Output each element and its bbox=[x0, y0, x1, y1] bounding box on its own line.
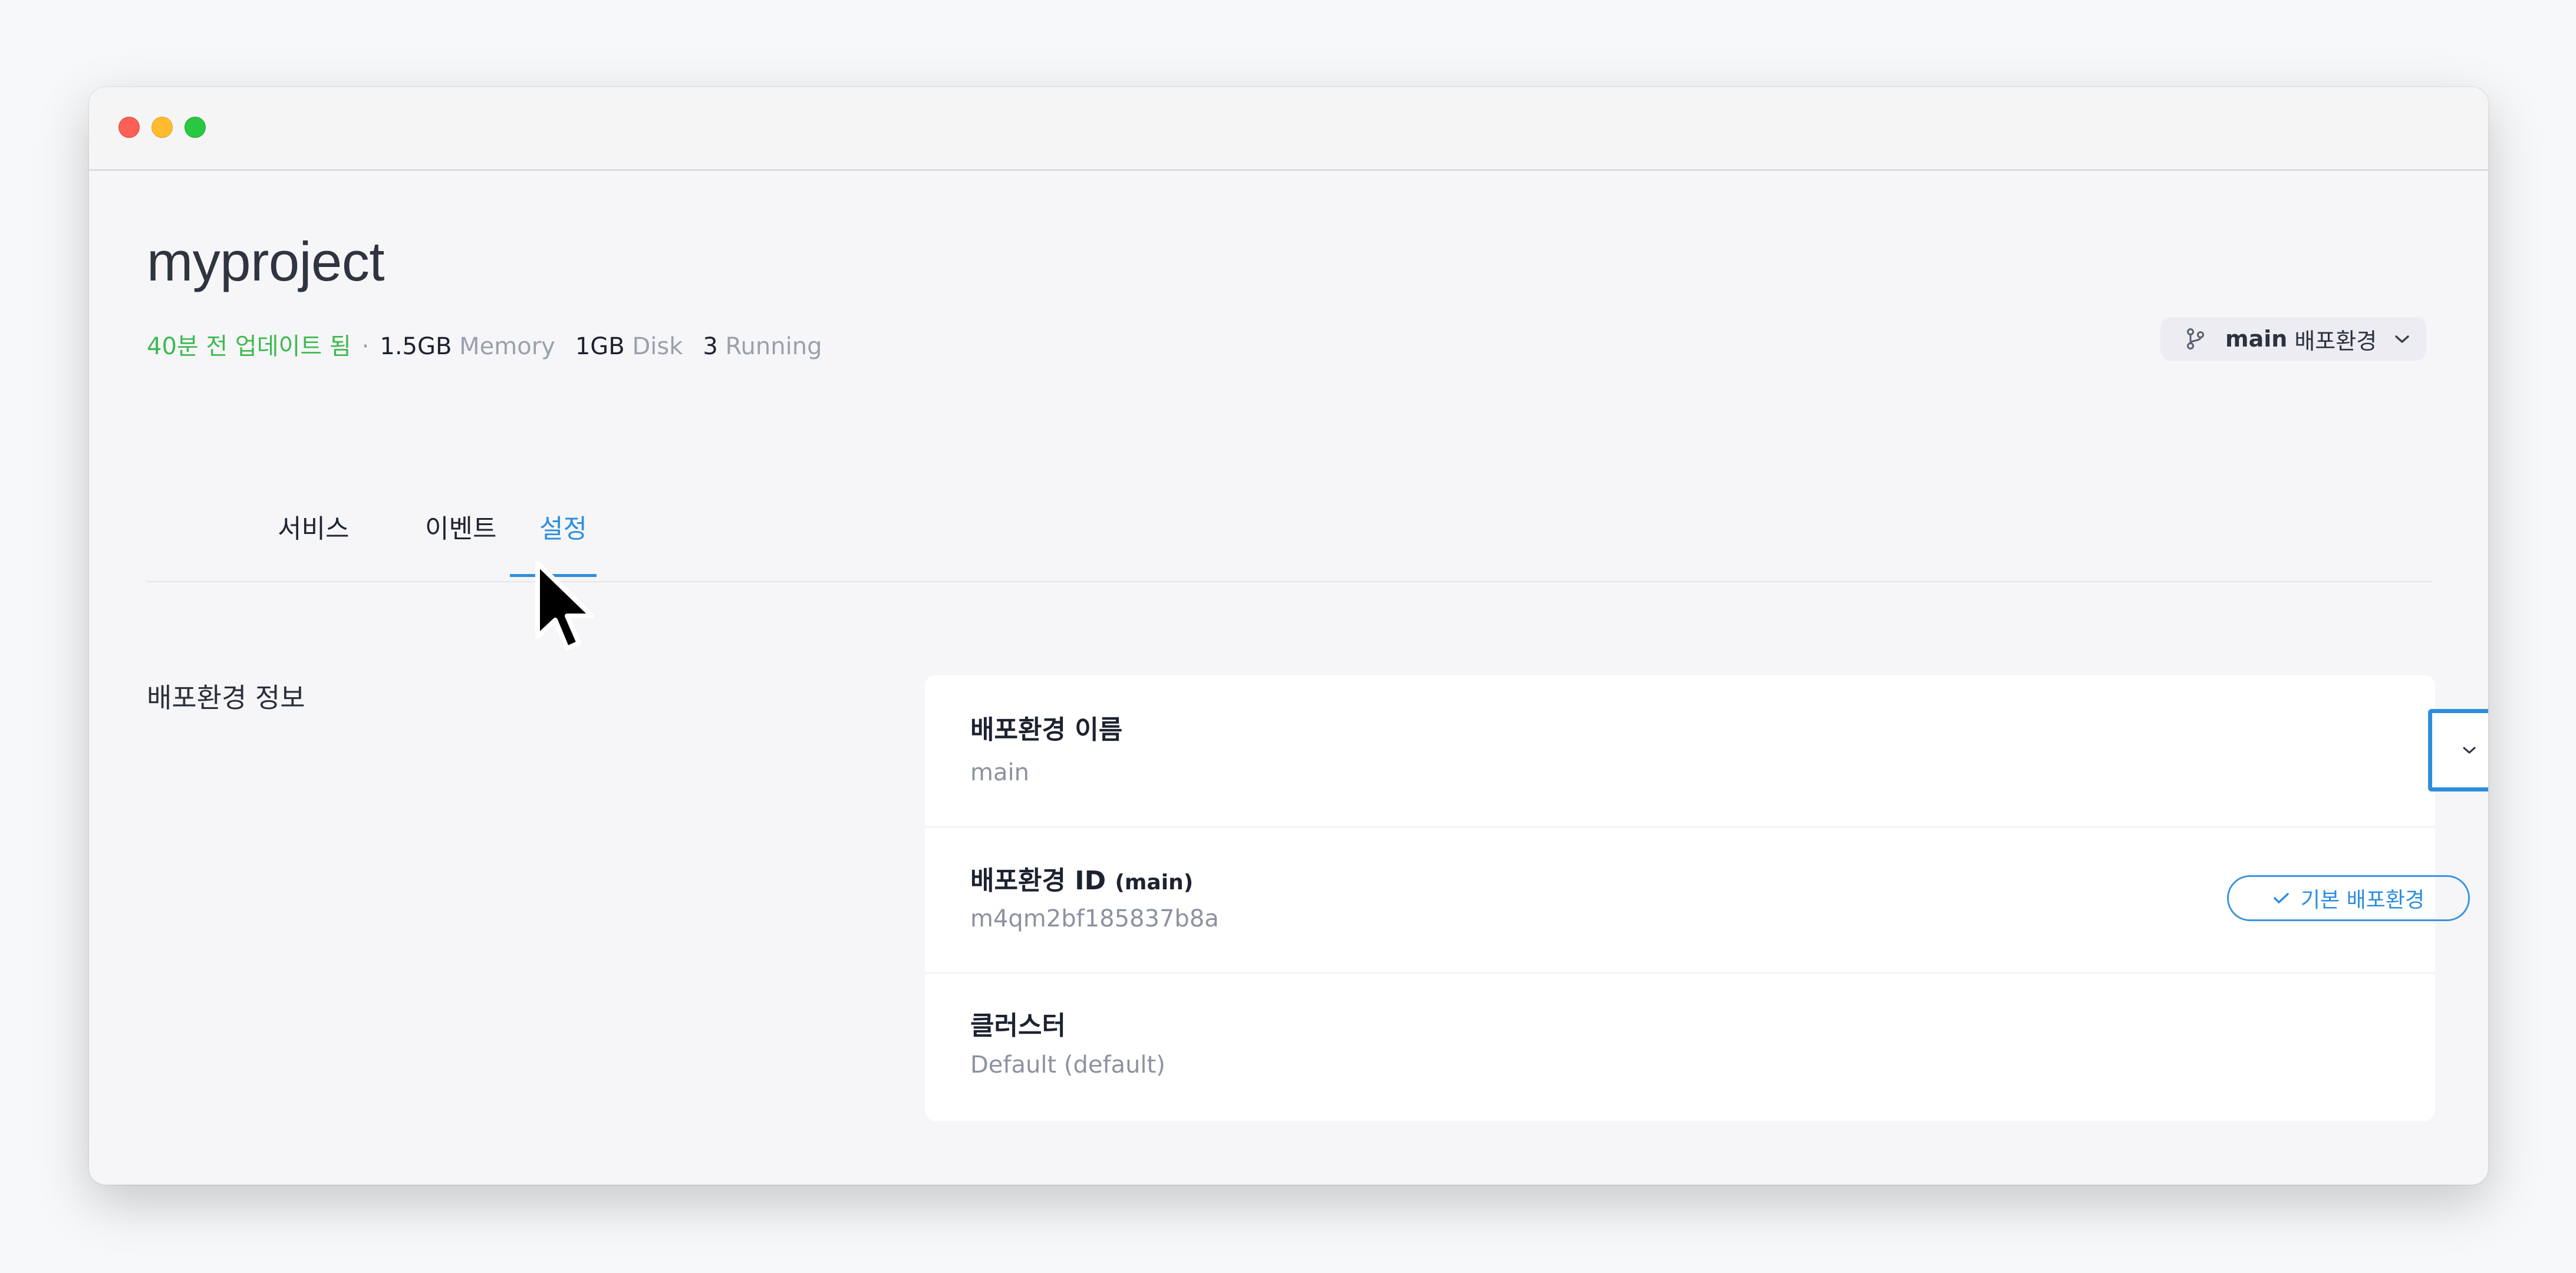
check-icon bbox=[2274, 893, 2289, 903]
updated-status: 40분 전 업데이트 됨 bbox=[147, 333, 351, 360]
environment-branch-name: main bbox=[2225, 326, 2288, 352]
tab-events[interactable]: 이벤트 bbox=[425, 500, 496, 575]
env-id-title-text: 배포환경 ID bbox=[970, 866, 1106, 896]
env-id-title: 배포환경 ID (main) bbox=[970, 859, 1193, 897]
titlebar bbox=[89, 87, 2488, 171]
tabs-divider bbox=[147, 581, 2432, 582]
running-value: 3 bbox=[703, 333, 718, 360]
env-name-row: 배포환경 이름 main bbox=[925, 675, 2435, 827]
memory-value: 1.5GB bbox=[380, 333, 452, 360]
project-meta: 40분 전 업데이트 됨 · 1.5GB Memory 1GB Disk 3 Runni… bbox=[147, 329, 842, 364]
branch-icon bbox=[2187, 328, 2204, 349]
tab-bar: 서비스 이벤트 설정 bbox=[147, 500, 2432, 677]
chevron-down-icon bbox=[2395, 335, 2409, 343]
default-environment-badge[interactable]: 기본 배포환경 bbox=[2227, 875, 2470, 921]
chevron-down-icon bbox=[2463, 747, 2476, 754]
tab-services[interactable]: 서비스 bbox=[278, 500, 349, 575]
env-id-title-suffix: (main) bbox=[1115, 870, 1194, 895]
close-window-button[interactable] bbox=[118, 117, 140, 138]
cluster-row: 클러스터 Default (default) bbox=[925, 974, 2435, 1121]
environment-label: 배포환경 bbox=[2294, 328, 2377, 354]
mouse-cursor-icon bbox=[535, 561, 594, 651]
default-environment-label: 기본 배포환경 bbox=[2300, 888, 2425, 912]
maximize-window-button[interactable] bbox=[185, 117, 206, 138]
expand-button[interactable] bbox=[2428, 709, 2488, 791]
meta-separator: · bbox=[361, 333, 370, 360]
running-label: Running bbox=[725, 333, 822, 360]
cluster-title: 클러스터 bbox=[970, 1011, 1066, 1041]
environment-selector[interactable]: main 배포환경 bbox=[2160, 317, 2426, 361]
disk-label: Disk bbox=[632, 333, 683, 360]
environment-info-card: 배포환경 이름 main 배포환경 ID (main) m4qm2bf18583… bbox=[925, 675, 2435, 1121]
cluster-value: Default (default) bbox=[970, 1051, 1165, 1079]
section-label: 배포환경 정보 bbox=[147, 682, 305, 714]
app-window: myproject 40분 전 업데이트 됨 · 1.5GB Memory 1GB D… bbox=[89, 87, 2488, 1185]
env-name-title: 배포환경 이름 bbox=[970, 715, 1123, 745]
page-title: myproject bbox=[147, 230, 384, 292]
env-id-value: m4qm2bf185837b8a bbox=[970, 905, 1219, 932]
env-id-row: 배포환경 ID (main) m4qm2bf185837b8a bbox=[925, 827, 2435, 974]
env-name-value: main bbox=[970, 759, 1029, 786]
disk-value: 1GB bbox=[575, 333, 625, 360]
minimize-window-button[interactable] bbox=[151, 117, 173, 138]
memory-label: Memory bbox=[459, 333, 555, 360]
